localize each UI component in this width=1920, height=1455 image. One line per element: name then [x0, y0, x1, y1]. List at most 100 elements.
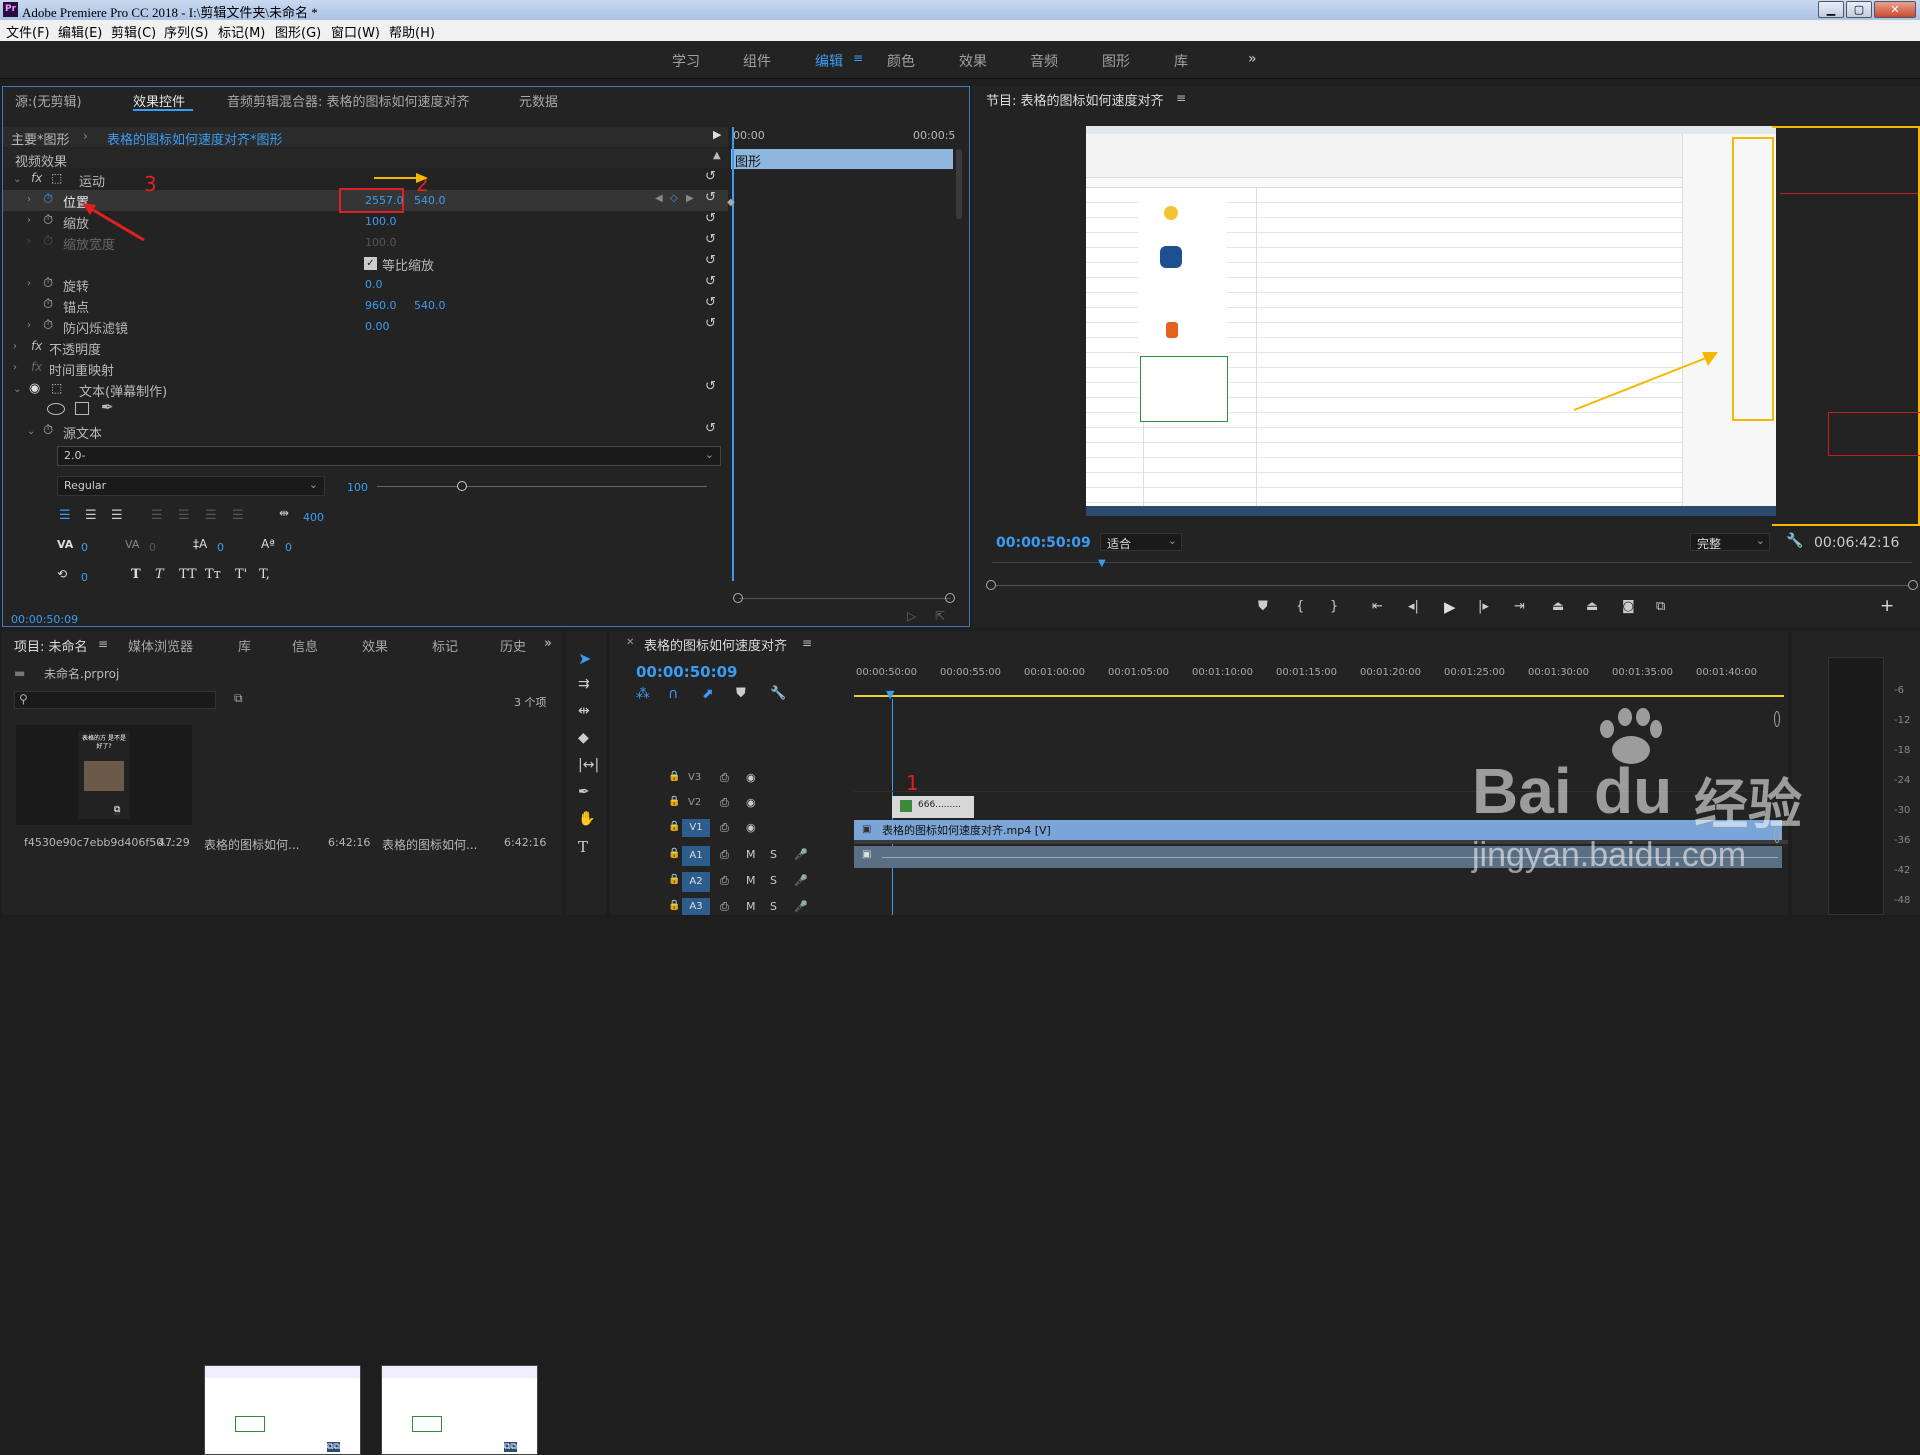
chevron-down-icon[interactable]: ⌄	[13, 174, 21, 185]
reset-icon[interactable]: ↺	[705, 190, 716, 205]
mute-button[interactable]: M	[746, 900, 756, 913]
reset-icon[interactable]: ↺	[705, 295, 716, 310]
tab-audio-clip-mixer[interactable]: 音频剪辑混合器: 表格的图标如何速度对齐	[227, 91, 470, 110]
faux-italic-button[interactable]: T	[155, 567, 164, 582]
step-forward-icon[interactable]: |▸	[1478, 599, 1489, 614]
selection-tool-icon[interactable]: ➤	[578, 649, 591, 668]
baseline-value[interactable]: 0	[285, 541, 292, 554]
reset-icon[interactable]: ↺	[705, 274, 716, 289]
sync-lock-icon[interactable]: ⎙	[720, 874, 729, 888]
solo-button[interactable]: S	[770, 874, 777, 887]
tab-project[interactable]: 项目: 未命名	[14, 636, 88, 655]
filter-icon[interactable]: ▷	[907, 609, 916, 623]
microphone-icon[interactable]: 🎤	[794, 848, 808, 861]
tab-info[interactable]: 信息	[292, 636, 318, 655]
scale-value[interactable]: 100.0	[365, 215, 397, 228]
stopwatch-icon[interactable]: ⏱	[43, 276, 53, 291]
track-label-v1[interactable]: V1	[682, 819, 710, 837]
keyframe-icon[interactable]: ◆	[727, 197, 735, 208]
mark-out-icon[interactable]: }	[1330, 599, 1338, 614]
playhead-marker-icon[interactable]: ▼	[1098, 558, 1106, 569]
align-left-icon[interactable]: ☰	[59, 508, 71, 523]
lock-icon[interactable]: 🔒	[668, 900, 680, 911]
chevron-right-icon[interactable]: ›	[13, 341, 17, 352]
play-icon[interactable]: ▶	[1444, 598, 1456, 616]
workspace-menu-icon[interactable]: ≡	[853, 51, 863, 65]
transform-box-icon[interactable]: ⬚	[51, 381, 62, 395]
pen-tool-icon[interactable]: ✒	[578, 784, 590, 800]
lock-icon[interactable]: 🔒	[668, 848, 680, 859]
comparison-view-icon[interactable]: ⧉	[1656, 599, 1665, 614]
graphic-clip-v2[interactable]: 666.........	[892, 796, 974, 818]
workspace-assembly[interactable]: 组件	[743, 51, 771, 71]
menu-window[interactable]: 窗口(W)	[331, 22, 380, 41]
find-icon[interactable]: ⧉	[234, 691, 243, 706]
panel-menu-icon[interactable]: ≡	[98, 637, 108, 651]
tab-libraries[interactable]: 库	[238, 636, 251, 655]
type-tool-icon[interactable]: T	[578, 838, 588, 856]
timeline-ruler[interactable]: 00:00:50:00 00:00:55:00 00:01:00:00 00:0…	[854, 659, 1788, 697]
reset-icon[interactable]: ↺	[705, 211, 716, 226]
menu-graphics[interactable]: 图形(G)	[275, 22, 321, 41]
chevron-right-icon[interactable]: ›	[27, 320, 31, 331]
scroll-handle-left[interactable]	[986, 580, 996, 590]
reset-icon[interactable]: ↺	[705, 232, 716, 247]
zoom-scroll-track[interactable]	[996, 585, 1908, 586]
all-caps-button[interactable]: TT	[179, 567, 197, 582]
chevron-right-icon[interactable]: ›	[13, 362, 17, 373]
eye-icon[interactable]: ◉	[29, 381, 40, 396]
mute-button[interactable]: M	[746, 848, 756, 861]
menu-edit[interactable]: 编辑(E)	[58, 22, 102, 41]
stopwatch-icon[interactable]: ⏱	[43, 423, 53, 438]
zoom-scrollbar[interactable]	[739, 598, 951, 599]
stopwatch-icon[interactable]: ⏱	[43, 213, 53, 228]
sync-lock-icon[interactable]: ⎙	[720, 821, 729, 835]
program-title[interactable]: 节目: 表格的图标如何速度对齐	[986, 90, 1164, 109]
menu-marker[interactable]: 标记(M)	[218, 22, 265, 41]
add-keyframe-icon[interactable]: ◇	[670, 193, 678, 204]
rotate-text-value[interactable]: 0	[81, 571, 88, 584]
project-item-name[interactable]: f4530e90c7ebb9d406f50...	[24, 836, 174, 849]
tab-history[interactable]: 历史	[500, 636, 526, 655]
microphone-icon[interactable]: 🎤	[794, 874, 808, 887]
razor-tool-icon[interactable]: ◆	[578, 730, 589, 746]
playhead-marker-icon[interactable]: ▼	[886, 688, 894, 701]
nest-icon[interactable]: ⁂	[636, 686, 650, 702]
mute-button[interactable]: M	[746, 874, 756, 887]
track-label-a3[interactable]: A3	[682, 898, 710, 915]
video-clip-v1[interactable]: ▣ 表格的图标如何速度对齐.mp4 [V]	[854, 820, 1782, 840]
chevron-right-icon[interactable]: ›	[27, 278, 31, 289]
font-family-select[interactable]: 2.0- ⌄	[57, 446, 721, 466]
solo-button[interactable]: S	[770, 900, 777, 913]
pen-mask-icon[interactable]: ✒	[101, 398, 114, 416]
graphic-clip-bar[interactable]: 图形	[731, 149, 953, 170]
track-label-a2[interactable]: A2	[682, 872, 710, 892]
timeline-timecode[interactable]: 00:00:50:09	[636, 663, 738, 681]
position-x-value[interactable]: 2557.0	[365, 194, 404, 207]
add-marker-icon[interactable]: ⛊	[736, 686, 746, 701]
vertical-scrollbar[interactable]	[956, 149, 962, 219]
stopwatch-icon[interactable]: ⏱	[43, 192, 53, 207]
play-triangle-icon[interactable]: ▶	[713, 128, 721, 141]
ellipse-mask-icon[interactable]	[47, 403, 65, 415]
program-preview-frame[interactable]	[1086, 126, 1776, 516]
resolution-select[interactable]: 完整 ⌄	[1690, 533, 1770, 551]
lock-icon[interactable]: 🔒	[668, 874, 680, 885]
rectangle-mask-icon[interactable]	[75, 402, 89, 415]
project-item-thumbnail[interactable]: ⧉⧉	[381, 1365, 538, 1455]
workspace-learn[interactable]: 学习	[672, 51, 700, 71]
font-size-value[interactable]: 100	[347, 481, 368, 494]
master-clip-label[interactable]: 主要*图形	[11, 129, 70, 148]
tab-metadata[interactable]: 元数据	[519, 91, 558, 110]
solo-button[interactable]: S	[770, 848, 777, 861]
small-caps-button[interactable]: Tт	[205, 567, 221, 582]
work-area-bar[interactable]	[854, 695, 1784, 697]
menu-sequence[interactable]: 序列(S)	[164, 22, 208, 41]
collapse-up-icon[interactable]: ▲	[713, 150, 721, 161]
project-item-thumbnail[interactable]: 表格的方 是不是好了? ⧉	[16, 725, 192, 825]
scroll-handle-right[interactable]	[1908, 580, 1918, 590]
workspace-audio[interactable]: 音频	[1030, 51, 1058, 71]
uniform-scale-checkbox[interactable]: ✓	[364, 257, 377, 270]
audio-clip-a1[interactable]: ▣	[854, 846, 1782, 868]
tab-effects[interactable]: 效果	[362, 636, 388, 655]
